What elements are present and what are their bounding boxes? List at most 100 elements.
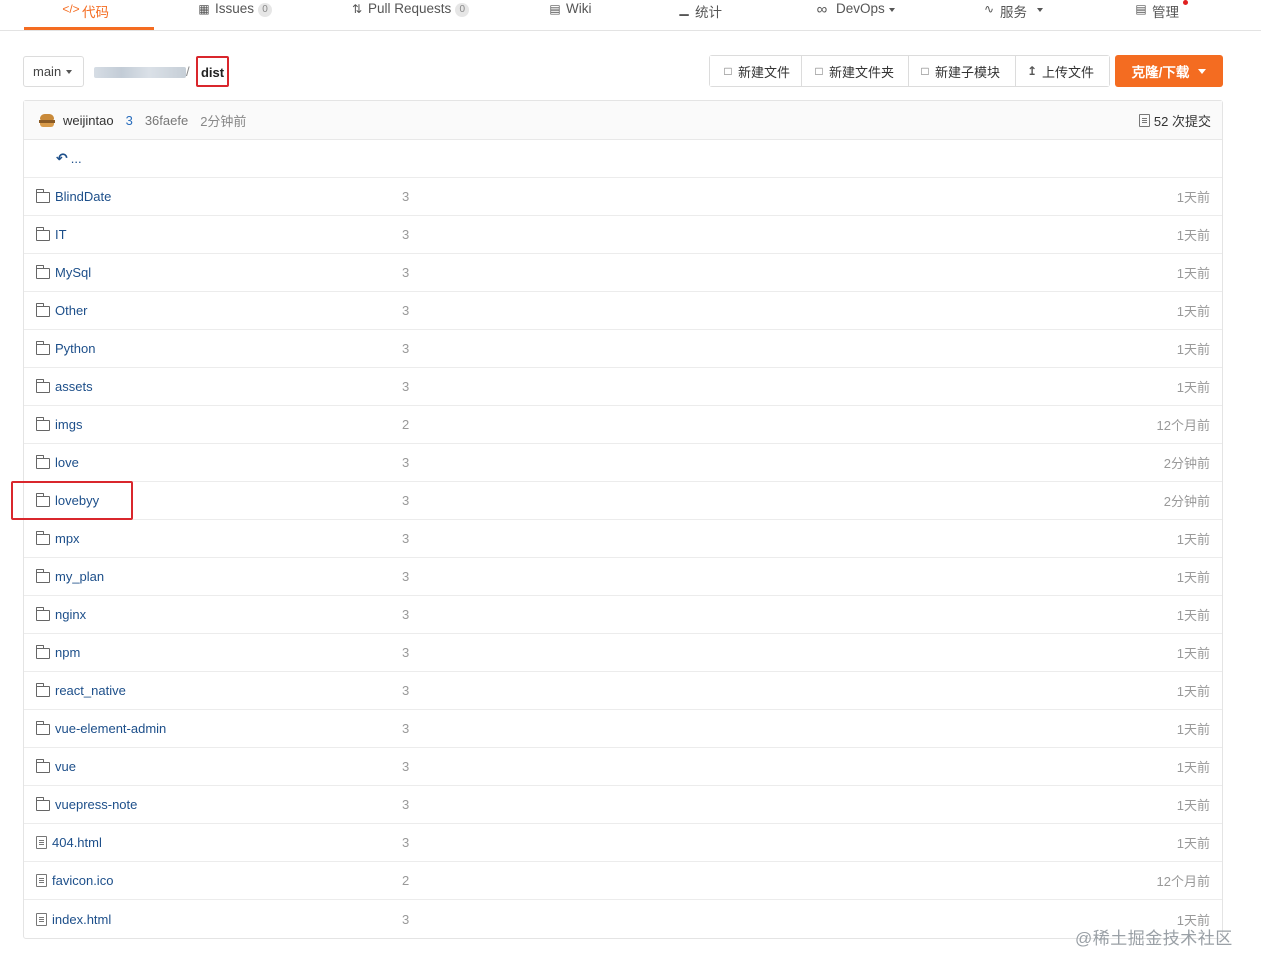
- commit-message[interactable]: 2: [402, 873, 409, 888]
- file-actions: □ 新建文件 □ 新建文件夹 □ 新建子模块 ↥ 上传文件: [709, 55, 1110, 87]
- updated-time: 1天前: [1176, 266, 1210, 281]
- folder-link[interactable]: love: [35, 454, 79, 470]
- tab-pull-requests[interactable]: ⇅ Pull Requests 0: [350, 0, 470, 30]
- folder-link[interactable]: vue: [35, 758, 76, 774]
- new-file-button[interactable]: □ 新建文件: [710, 56, 802, 86]
- updated-time: 1天前: [1176, 684, 1210, 699]
- tab-wiki[interactable]: ▤ Wiki: [548, 0, 591, 30]
- folder-icon: [35, 226, 50, 241]
- item-name: vue: [55, 759, 76, 774]
- code-icon: </>: [62, 2, 80, 16]
- commit-message[interactable]: 3: [402, 341, 409, 356]
- folder-link[interactable]: nginx: [35, 606, 86, 622]
- folder-link[interactable]: my_plan: [35, 568, 104, 584]
- commit-message[interactable]: 3: [402, 797, 409, 812]
- tab-services[interactable]: ∿ 服务: [982, 0, 1043, 30]
- button-label: 新建文件: [738, 64, 791, 80]
- folder-link[interactable]: imgs: [35, 416, 83, 432]
- commit-author[interactable]: weijintao: [63, 113, 114, 128]
- folder-link[interactable]: vue-element-admin: [35, 720, 166, 736]
- parent-dir-row[interactable]: ↶ ...: [24, 140, 1222, 178]
- button-label: 新建文件夹: [829, 64, 895, 80]
- updated-time: 1天前: [1176, 304, 1210, 319]
- table-row[interactable]: Other 3 1天前: [24, 292, 1222, 330]
- chevron-down-icon: [1037, 8, 1043, 12]
- tab-manage[interactable]: ▤ 管理: [1134, 0, 1179, 30]
- commit-message[interactable]: 3: [402, 189, 409, 204]
- table-row[interactable]: 404.html 3 1天前: [24, 824, 1222, 862]
- avatar[interactable]: [39, 113, 55, 127]
- item-name: imgs: [55, 417, 83, 432]
- table-row[interactable]: mpx 3 1天前: [24, 520, 1222, 558]
- table-row[interactable]: love 3 2分钟前: [24, 444, 1222, 482]
- folder-link[interactable]: BlindDate: [35, 188, 111, 204]
- table-row[interactable]: imgs 2 12个月前: [24, 406, 1222, 444]
- commit-message[interactable]: 3: [402, 379, 409, 394]
- table-row[interactable]: vue-element-admin 3 1天前: [24, 710, 1222, 748]
- table-row[interactable]: assets 3 1天前: [24, 368, 1222, 406]
- table-row[interactable]: index.html 3 1天前: [24, 900, 1222, 938]
- commit-message[interactable]: 3: [402, 569, 409, 584]
- chevron-down-icon: [888, 8, 895, 12]
- new-submodule-button[interactable]: □ 新建子模块: [909, 56, 1016, 86]
- commit-message[interactable]: 3: [402, 759, 409, 774]
- folder-link[interactable]: mpx: [35, 530, 80, 546]
- upload-file-button[interactable]: ↥ 上传文件: [1016, 56, 1109, 86]
- commit-message[interactable]: 2: [402, 417, 409, 432]
- tab-label: Issues: [215, 1, 255, 16]
- new-folder-button[interactable]: □ 新建文件夹: [802, 56, 909, 86]
- folder-link[interactable]: Python: [35, 340, 95, 356]
- table-row[interactable]: IT 3 1天前: [24, 216, 1222, 254]
- folder-link[interactable]: assets: [35, 378, 93, 394]
- updated-time: 1天前: [1176, 190, 1210, 205]
- file-link[interactable]: favicon.ico: [36, 873, 113, 888]
- folder-link[interactable]: npm: [35, 644, 80, 660]
- folder-link[interactable]: MySql: [35, 264, 91, 280]
- tab-devops[interactable]: ∞ DevOps: [812, 0, 895, 30]
- commit-message[interactable]: 3: [402, 912, 409, 927]
- table-row[interactable]: vuepress-note 3 1天前: [24, 786, 1222, 824]
- tab-code[interactable]: </> 代码: [62, 0, 109, 30]
- updated-time: 12个月前: [1156, 418, 1210, 433]
- updated-time: 1天前: [1176, 760, 1210, 775]
- tab-stats[interactable]: ▁ 统计: [677, 0, 722, 30]
- folder-link[interactable]: react_native: [35, 682, 126, 698]
- folder-link[interactable]: IT: [35, 226, 67, 242]
- commit-time: 2分钟前: [200, 113, 247, 129]
- table-row[interactable]: vue 3 1天前: [24, 748, 1222, 786]
- file-link[interactable]: 404.html: [36, 835, 102, 850]
- folder-icon: [35, 416, 50, 431]
- commit-message[interactable]: 3: [402, 493, 409, 508]
- folder-icon: [35, 340, 50, 355]
- table-row[interactable]: react_native 3 1天前: [24, 672, 1222, 710]
- commit-message[interactable]: 3: [402, 455, 409, 470]
- tab-issues[interactable]: ▦ Issues 0: [197, 0, 273, 30]
- table-row[interactable]: Python 3 1天前: [24, 330, 1222, 368]
- commit-message[interactable]: 3: [402, 227, 409, 242]
- commit-message[interactable]: 3: [402, 721, 409, 736]
- table-row[interactable]: my_plan 3 1天前: [24, 558, 1222, 596]
- table-row[interactable]: npm 3 1天前: [24, 634, 1222, 672]
- clone-download-button[interactable]: 克隆/下载: [1115, 55, 1223, 87]
- folder-link[interactable]: Other: [35, 302, 88, 318]
- file-link[interactable]: index.html: [36, 912, 111, 927]
- table-row[interactable]: MySql 3 1天前: [24, 254, 1222, 292]
- table-row[interactable]: favicon.ico 2 12个月前: [24, 862, 1222, 900]
- folder-link[interactable]: vuepress-note: [35, 796, 137, 812]
- table-row[interactable]: BlindDate 3 1天前: [24, 178, 1222, 216]
- table-row[interactable]: nginx 3 1天前: [24, 596, 1222, 634]
- commit-message[interactable]: 3: [402, 303, 409, 318]
- breadcrumb-repo-redacted[interactable]: [94, 67, 186, 78]
- commit-message[interactable]: 3: [402, 645, 409, 660]
- commit-hash[interactable]: 36faefe: [145, 113, 188, 128]
- commits-count-link[interactable]: 52 次提交: [1138, 101, 1211, 140]
- parent-dir-link[interactable]: ↶ ...: [56, 150, 82, 167]
- branch-selector[interactable]: main: [23, 56, 84, 87]
- commit-number[interactable]: 3: [126, 113, 133, 128]
- commit-message[interactable]: 3: [402, 531, 409, 546]
- commit-message[interactable]: 3: [402, 835, 409, 850]
- table-row[interactable]: lovebyy 3 2分钟前: [24, 482, 1222, 520]
- commit-message[interactable]: 3: [402, 265, 409, 280]
- commit-message[interactable]: 3: [402, 683, 409, 698]
- commit-message[interactable]: 3: [402, 607, 409, 622]
